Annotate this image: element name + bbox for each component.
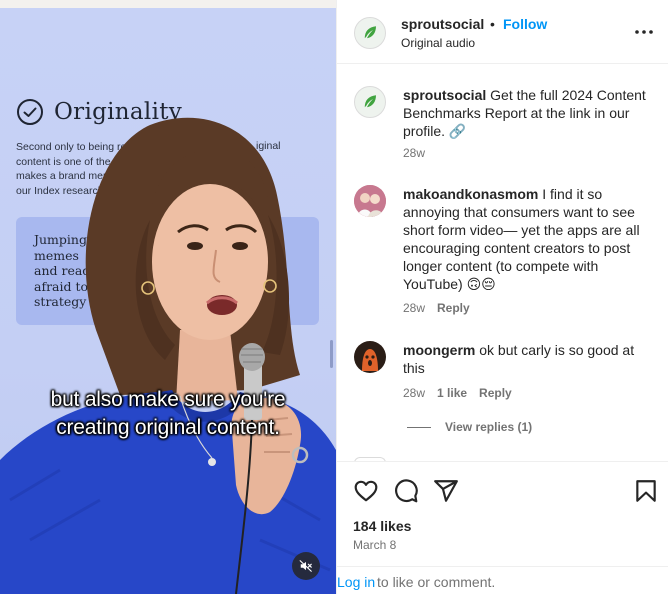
post-author-username[interactable]: sproutsocial xyxy=(401,16,484,32)
comment-icon[interactable] xyxy=(393,478,419,504)
follow-button[interactable]: Follow xyxy=(503,16,547,32)
login-link[interactable]: Log in xyxy=(337,574,375,590)
comment-text: makoandkonasmom I find it so annoying th… xyxy=(403,185,653,293)
sprout-logo-icon xyxy=(364,95,376,108)
comment-time[interactable]: 28w xyxy=(403,386,425,400)
avatar[interactable] xyxy=(354,86,386,118)
view-replies-label: View replies (1) xyxy=(445,420,533,434)
comment-username[interactable]: moongerm xyxy=(403,342,475,358)
list-item: moongerm ok but carly is so good at this… xyxy=(354,341,654,411)
bookmark-icon[interactable] xyxy=(633,478,659,504)
user-photo-icon xyxy=(354,341,386,373)
comment-time[interactable]: 28w xyxy=(403,301,425,315)
post-date[interactable]: March 8 xyxy=(353,538,396,552)
audio-link[interactable]: Original audio xyxy=(401,36,475,50)
divider xyxy=(407,426,431,428)
likes-count[interactable]: 184 likes xyxy=(353,518,411,534)
comment-meta: 28w xyxy=(403,146,425,160)
comment-text: sproutsocial Get the full 2024 Content B… xyxy=(403,86,653,140)
mute-toggle-button[interactable] xyxy=(292,552,320,580)
more-horizontal-icon[interactable] xyxy=(633,22,655,42)
post-side-panel: sproutsocial • Follow Original audio spr… xyxy=(336,0,668,594)
comment-meta: 28w Reply xyxy=(403,301,470,315)
share-icon[interactable] xyxy=(433,478,459,504)
reel-video[interactable]: Originality Second only to being resp co… xyxy=(0,0,336,594)
reply-button[interactable]: Reply xyxy=(479,386,512,400)
muted-speaker-icon xyxy=(299,560,312,572)
comments-list[interactable]: sproutsocial Get the full 2024 Content B… xyxy=(337,65,668,461)
post-actions: 184 likes March 8 xyxy=(337,461,668,565)
login-prompt-text: to like or comment. xyxy=(377,574,496,590)
presenter-figure xyxy=(0,117,336,594)
reply-button[interactable]: Reply xyxy=(437,301,470,315)
header-separator: • xyxy=(490,16,495,32)
avatar[interactable] xyxy=(354,341,386,373)
comment-likes[interactable]: 1 like xyxy=(437,386,467,400)
comment-username[interactable]: makoandkonasmom xyxy=(403,186,538,202)
list-item: makoandkonasmom I find it so annoying th… xyxy=(354,185,654,325)
list-item: sproutsocial Get the full 2024 Content B… xyxy=(354,86,654,166)
comment-username[interactable]: sproutsocial xyxy=(403,87,486,103)
comment-text: moongerm ok but carly is so good at this xyxy=(403,341,653,377)
comment-time[interactable]: 28w xyxy=(403,146,425,160)
sprout-logo-icon xyxy=(364,26,376,39)
avatar[interactable] xyxy=(354,185,386,217)
video-caption: but also make sure you're creating origi… xyxy=(0,386,336,442)
login-prompt: Log in to like or comment. xyxy=(337,566,668,594)
avatar[interactable] xyxy=(354,17,386,49)
comment-meta: 28w 1 like Reply xyxy=(403,386,512,400)
view-replies-button[interactable]: View replies (1) xyxy=(407,420,532,434)
heart-icon[interactable] xyxy=(353,478,379,504)
user-photo-icon xyxy=(354,185,386,217)
caption-line: creating original content. xyxy=(56,416,280,439)
caption-line: but also make sure you're xyxy=(50,388,286,411)
post-header: sproutsocial • Follow Original audio xyxy=(337,0,668,64)
